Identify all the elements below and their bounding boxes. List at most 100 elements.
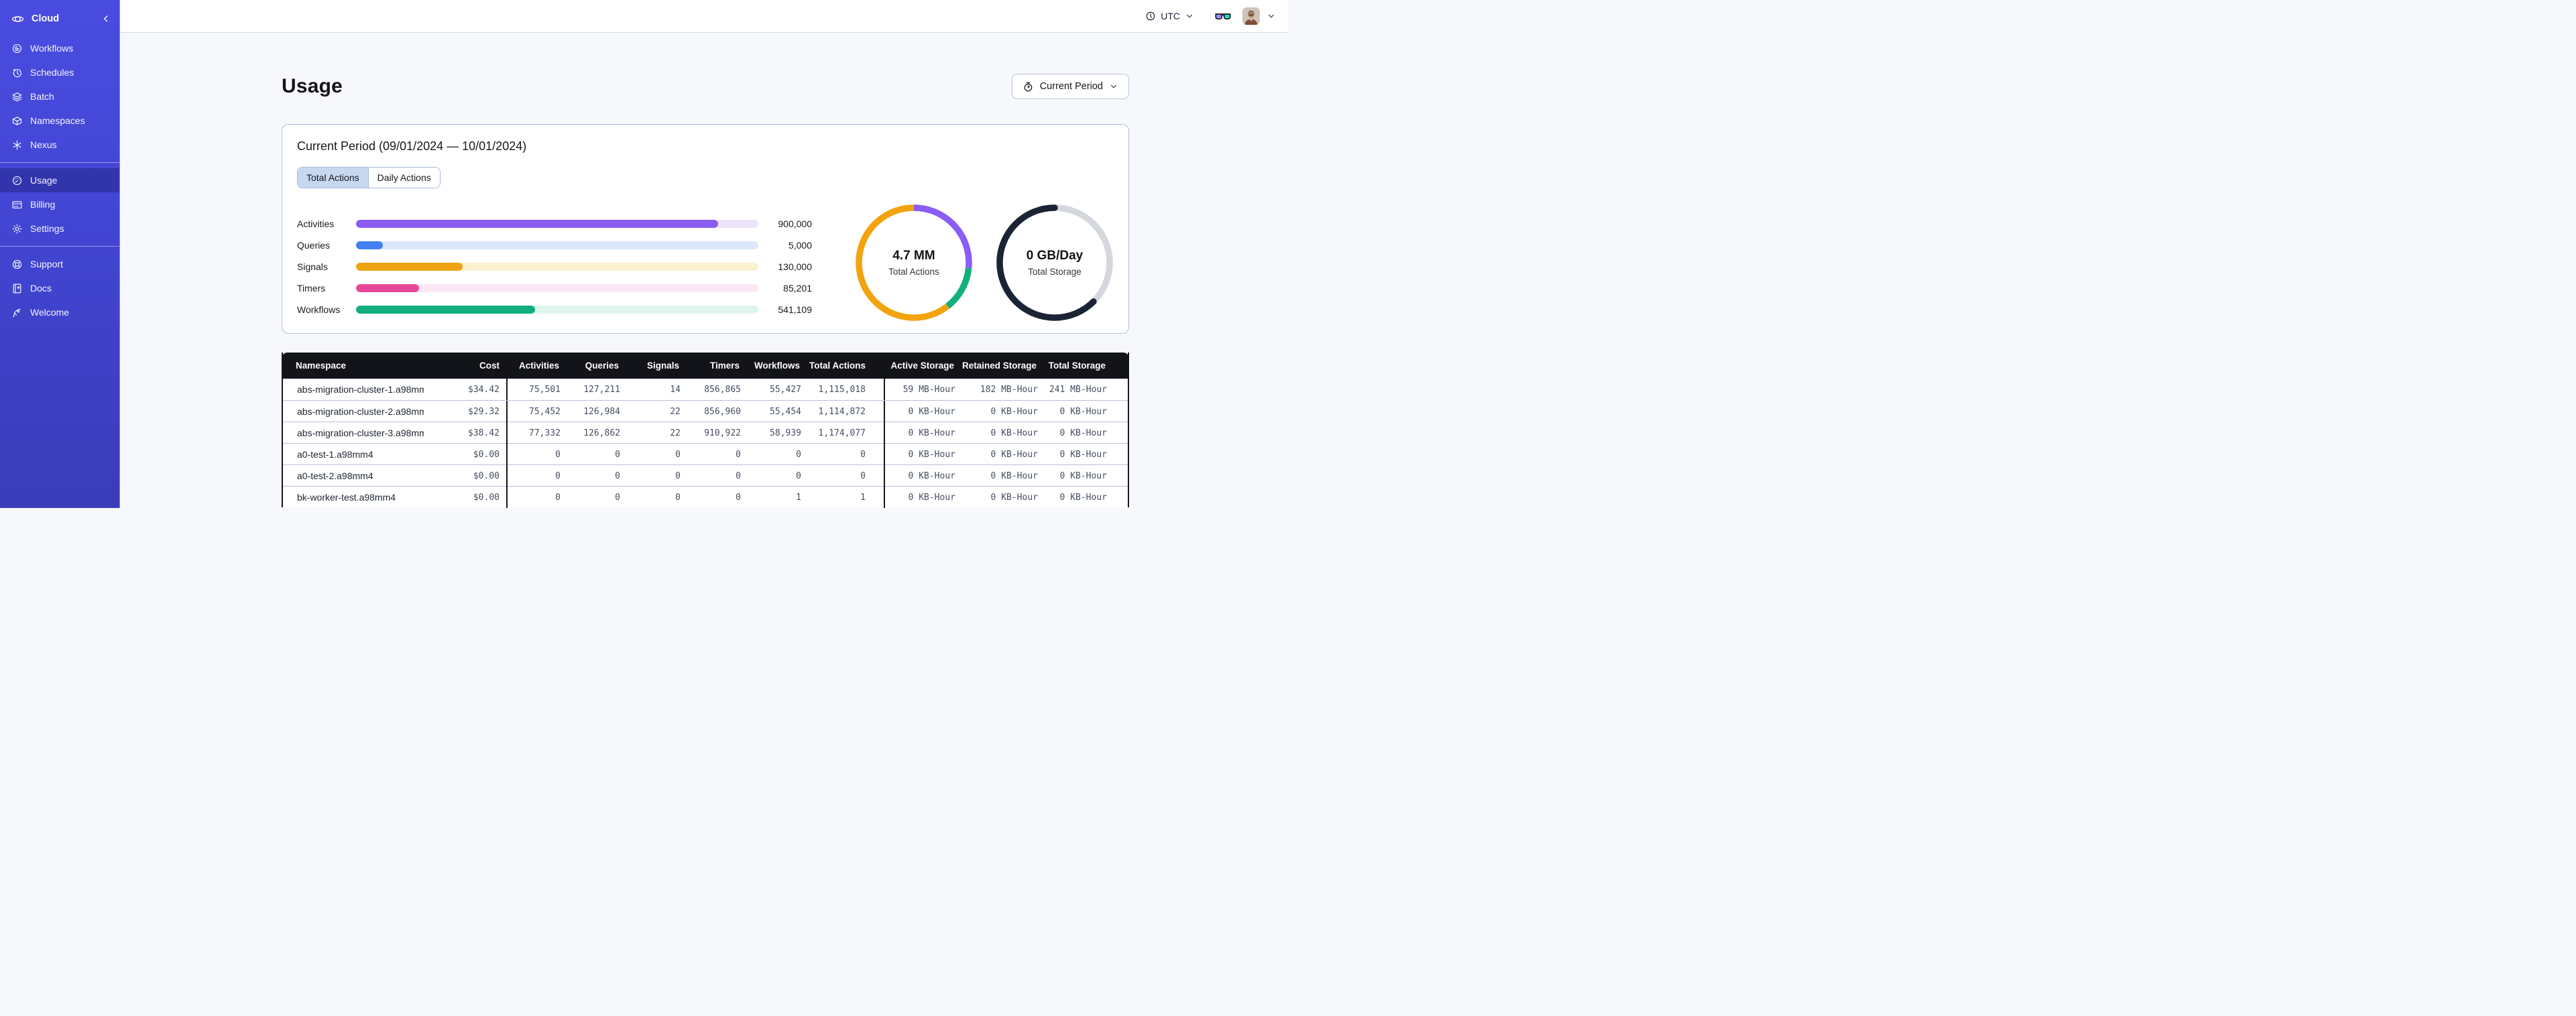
sidebar-item-nexus[interactable]: Nexus <box>0 133 119 157</box>
sidebar-item-settings[interactable]: Settings <box>0 216 119 241</box>
bar-track <box>356 220 758 228</box>
bar-fill <box>356 220 718 228</box>
cell-workflows: 0 <box>796 470 801 481</box>
cell-total-actions: 1,115,018 <box>803 379 885 400</box>
donut-value: 4.7 MM <box>892 249 935 263</box>
sidebar-item-workflows[interactable]: Workflows <box>0 36 119 60</box>
tab-daily-actions[interactable]: Daily Actions <box>367 168 440 188</box>
cell-queries: 126,862 <box>583 428 620 438</box>
period-button-label: Current Period <box>1039 81 1103 92</box>
cell-timers: 0 <box>736 470 741 481</box>
bar-fill <box>356 284 419 292</box>
namespace-link[interactable]: abs-migration-cluster-2.a98mm4 <box>297 406 424 417</box>
sidebar-item-billing[interactable]: Billing <box>0 192 119 216</box>
cell-total-storage: 0 KB-Hour <box>1059 492 1107 503</box>
column-header-total-storage: Total Storage <box>1048 361 1106 371</box>
bar-label: Signals <box>297 261 328 272</box>
cell-active-storage: 59 MB-Hour <box>902 384 955 395</box>
user-menu[interactable] <box>1242 7 1276 25</box>
sidebar-item-batch[interactable]: Batch <box>0 84 119 109</box>
bar-label: Queries <box>297 240 331 251</box>
cell-total-actions: 1,114,872 <box>803 401 885 422</box>
table-header-row: Namespace Cost Activities Queries Signals Tim… <box>282 353 1129 379</box>
cell-timers: 0 <box>736 449 741 460</box>
namespace-link[interactable]: abs-migration-cluster-3.a98mm4 <box>297 428 424 438</box>
table-row: bk-worker-test.a98mm4 $0.00 0 0 0 0 1 1 0 KB-Hou… <box>283 486 1128 508</box>
workflows-icon <box>11 43 23 54</box>
cell-workflows: 1 <box>796 492 801 503</box>
sidebar-item-label: Schedules <box>30 67 74 78</box>
cell-cost: $0.00 <box>424 465 508 487</box>
cell-signals: 22 <box>670 406 681 417</box>
sidebar-item-label: Settings <box>30 223 64 234</box>
bar-value: 130,000 <box>778 261 812 272</box>
usage-icon <box>11 175 23 186</box>
column-header-signals: Signals <box>646 361 679 371</box>
cell-total-actions: 1 <box>803 487 885 508</box>
cell-signals: 0 <box>675 449 681 460</box>
column-header-total-actions: Total Actions <box>809 361 866 371</box>
namespace-cell: abs-migration-cluster-1.a98mm4 <box>283 384 424 395</box>
sidebar-item-label: Namespaces <box>30 115 85 126</box>
docs-icon <box>11 283 23 294</box>
cell-activities: 0 <box>555 470 561 481</box>
cell-queries: 0 <box>615 492 620 503</box>
batch-icon <box>11 91 23 103</box>
cell-workflows: 55,427 <box>770 384 801 395</box>
cell-workflows: 58,939 <box>770 428 801 438</box>
sidebar-item-welcome[interactable]: Welcome <box>0 300 119 324</box>
cell-timers: 910,922 <box>704 428 741 438</box>
period-selector-button[interactable]: Current Period <box>1011 74 1129 99</box>
cell-workflows: 55,454 <box>770 406 801 417</box>
cell-total-actions: 1,174,077 <box>803 422 885 444</box>
cell-total-actions: 0 <box>803 444 885 465</box>
bar-row-queries: Queries 5,000 <box>297 235 812 256</box>
column-header-workflows: Workflows <box>754 361 800 371</box>
bar-row-timers: Timers 85,201 <box>297 277 812 299</box>
donut-label: Total Actions <box>888 267 939 277</box>
namespace-cell: a0-test-2.a98mm4 <box>283 470 424 481</box>
sidebar-item-usage[interactable]: Usage <box>0 168 119 192</box>
namespace-usage-table: Namespace Cost Activities Queries Signals Tim… <box>282 353 1129 508</box>
namespace-link[interactable]: bk-worker-test.a98mm4 <box>297 492 396 503</box>
brand-label: Cloud <box>32 13 60 24</box>
table-row: abs-migration-cluster-3.a98mm4 $38.42 77,3… <box>283 422 1128 444</box>
bar-value: 900,000 <box>778 218 812 229</box>
usage-bar-chart: Activities 900,000 Queries 5,000 Signals 130,… <box>297 213 812 320</box>
timezone-selector[interactable]: UTC <box>1145 11 1194 21</box>
namespace-cell: bk-worker-test.a98mm4 <box>283 492 424 503</box>
namespace-link[interactable]: a0-test-1.a98mm4 <box>297 449 373 460</box>
tab-total-actions[interactable]: Total Actions <box>298 168 368 188</box>
timezone-label: UTC <box>1161 11 1180 21</box>
column-header-cost: Cost <box>479 361 500 371</box>
cell-active-storage: 0 KB-Hour <box>908 449 955 460</box>
chevron-down-icon <box>1109 82 1118 91</box>
cell-active-storage: 0 KB-Hour <box>908 406 955 417</box>
sidebar-collapse-chevron-left-icon[interactable] <box>101 13 111 24</box>
cell-cost: $0.00 <box>424 444 508 465</box>
table-body: abs-migration-cluster-1.a98mm4 $34.42 75,5… <box>283 379 1128 508</box>
donut-value: 0 GB/Day <box>1026 249 1084 263</box>
cell-total-storage: 0 KB-Hour <box>1059 470 1107 481</box>
namespace-cell: abs-migration-cluster-3.a98mm4 <box>283 428 424 438</box>
sidebar-item-namespaces[interactable]: Namespaces <box>0 109 119 133</box>
table-row: abs-migration-cluster-1.a98mm4 $34.42 75,5… <box>283 379 1128 400</box>
glasses-icon[interactable] <box>1214 9 1232 23</box>
cell-retained-storage: 0 KB-Hour <box>990 406 1038 417</box>
column-header-activities: Activities <box>518 361 559 371</box>
cell-total-storage: 0 KB-Hour <box>1059 428 1107 438</box>
temporal-cloud-app: Cloud Workflows Schedules Batch Namespaces N… <box>0 0 1288 508</box>
cell-cost: $38.42 <box>424 422 508 444</box>
sidebar-item-docs[interactable]: Docs <box>0 276 119 300</box>
welcome-icon <box>11 307 23 318</box>
sidebar-item-support[interactable]: Support <box>0 252 119 276</box>
sidebar-items: Workflows Schedules Batch Namespaces Nexus Us… <box>0 36 119 324</box>
sidebar-item-schedules[interactable]: Schedules <box>0 60 119 84</box>
namespace-link[interactable]: a0-test-2.a98mm4 <box>297 470 373 481</box>
avatar[interactable] <box>1242 7 1260 25</box>
bar-row-activities: Activities 900,000 <box>297 213 812 235</box>
bar-value: 85,201 <box>783 283 812 294</box>
column-header-retained-storage: Retained Storage <box>961 361 1037 371</box>
cell-queries: 126,984 <box>583 406 620 417</box>
namespace-link[interactable]: abs-migration-cluster-1.a98mm4 <box>297 384 424 395</box>
